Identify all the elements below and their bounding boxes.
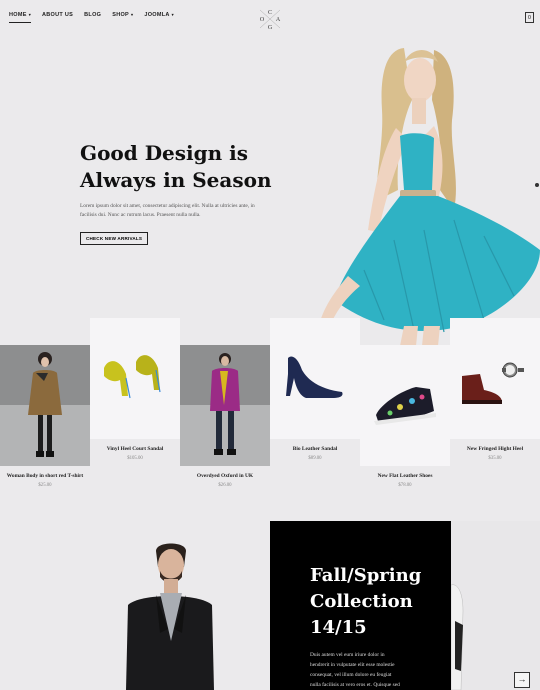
logo-letter-a: A bbox=[276, 17, 281, 23]
main-nav: HOME ▾ ABOUT US BLOG SHOP ▾ JOOMLA ▾ bbox=[9, 12, 174, 23]
product-name[interactable]: Vinyl Heel Court Sandal bbox=[90, 446, 180, 452]
collection-text-line: consequat, vel illum dolore eu feugiat bbox=[310, 672, 392, 678]
product-name[interactable]: New Fringed Hight Heel bbox=[450, 446, 540, 452]
product-card[interactable]: Vinyl Heel Court Sandal $105.00 bbox=[90, 318, 180, 468]
collection-text-line: nulla facilisis at vero eros et. Quisque… bbox=[310, 682, 400, 688]
product-card[interactable]: New Flat Leather Shoes $78.00 bbox=[360, 345, 450, 495]
product-image bbox=[90, 318, 180, 439]
product-image bbox=[360, 345, 450, 466]
hero-title-line-2: Always in Season bbox=[80, 168, 272, 192]
collection-text: Duis autem vel eum iriure dolor in hendr… bbox=[310, 650, 440, 690]
hero-model-image bbox=[304, 40, 540, 346]
nav-about[interactable]: ABOUT US bbox=[42, 12, 73, 23]
nav-shop[interactable]: SHOP ▾ bbox=[112, 12, 133, 23]
product-image bbox=[450, 318, 540, 439]
check-new-arrivals-button[interactable]: CHECK NEW ARRIVALS bbox=[80, 232, 149, 245]
site-logo[interactable]: C O A G bbox=[258, 8, 282, 31]
slider-dot[interactable] bbox=[535, 183, 539, 187]
collection-title: Fall/Spring Collection 14/15 bbox=[310, 563, 450, 641]
collection-side-image bbox=[451, 521, 540, 690]
product-name[interactable]: Woman Body in short red T-shirt bbox=[0, 473, 90, 479]
hero-text: Lorem ipsum dolor sit amet, consectetur … bbox=[80, 203, 255, 218]
product-image bbox=[180, 345, 270, 466]
product-price: $26.00 bbox=[218, 483, 232, 488]
logo-letter-g: G bbox=[268, 25, 273, 30]
collection-model-image bbox=[0, 521, 270, 690]
product-card[interactable]: Overdyed Oxford in UK $26.00 bbox=[180, 345, 270, 495]
collection-title-line-3: 14/15 bbox=[310, 617, 367, 638]
hero-title: Good Design is Always in Season bbox=[80, 140, 280, 194]
collection-text-line: Duis autem vel eum iriure dolor in bbox=[310, 652, 385, 658]
product-image bbox=[0, 345, 90, 466]
product-card[interactable]: New Fringed Hight Heel $35.00 bbox=[450, 318, 540, 468]
product-name[interactable]: New Flat Leather Shoes bbox=[360, 473, 450, 479]
collection-title-line-1: Fall/Spring bbox=[310, 565, 422, 586]
nav-blog[interactable]: BLOG bbox=[84, 12, 101, 23]
collection-text-line: hendrerit in vulputate elit esse molesti… bbox=[310, 662, 395, 668]
logo-letter-o: O bbox=[260, 17, 265, 23]
product-price: $105.00 bbox=[127, 456, 143, 461]
arrow-right-icon: → bbox=[517, 674, 527, 684]
hero-title-line-1: Good Design is bbox=[80, 141, 248, 165]
cart-icon[interactable]: 0 bbox=[525, 12, 534, 23]
product-card[interactable]: Bio Leather Sandal $89.00 bbox=[270, 318, 360, 468]
product-card[interactable]: Woman Body in short red T-shirt $25.00 bbox=[0, 345, 90, 495]
logo-letter-c: C bbox=[268, 10, 272, 16]
product-name[interactable]: Overdyed Oxford in UK bbox=[180, 473, 270, 479]
product-price: $89.00 bbox=[308, 456, 322, 461]
collection-panel: Fall/Spring Collection 14/15 Duis autem … bbox=[270, 521, 451, 690]
product-price: $35.00 bbox=[488, 456, 502, 461]
cart-count: 0 bbox=[527, 15, 532, 21]
nav-joomla[interactable]: JOOMLA ▾ bbox=[144, 12, 174, 23]
nav-home[interactable]: HOME ▾ bbox=[9, 12, 32, 23]
product-name[interactable]: Bio Leather Sandal bbox=[270, 446, 360, 452]
product-price: $78.00 bbox=[398, 483, 412, 488]
product-image bbox=[270, 318, 360, 439]
collection-title-line-2: Collection bbox=[310, 591, 413, 612]
product-price: $25.00 bbox=[38, 483, 52, 488]
next-arrow-button[interactable]: → bbox=[514, 672, 530, 688]
